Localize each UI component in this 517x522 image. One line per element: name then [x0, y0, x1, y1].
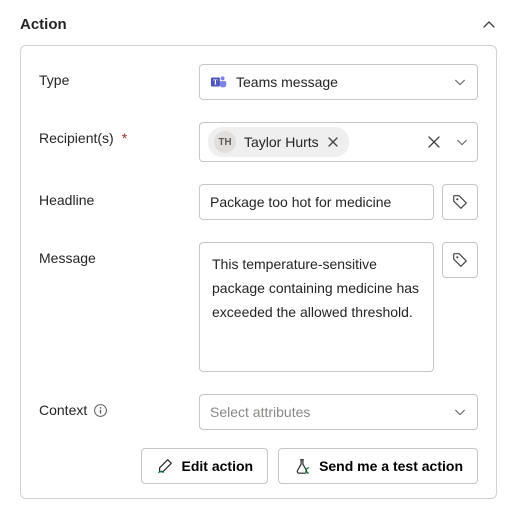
recipient-name: Taylor Hurts [244, 134, 319, 150]
headline-value: Package too hot for medicine [210, 194, 391, 210]
edit-icon [156, 457, 174, 475]
label-message-text: Message [39, 250, 96, 266]
footer: Edit action Send me a test action [39, 448, 478, 484]
message-textarea[interactable]: This temperature-sensitive package conta… [199, 242, 434, 372]
tag-icon [451, 193, 469, 211]
label-message: Message [39, 242, 189, 266]
row-headline: Headline Package too hot for medicine [39, 184, 478, 220]
section-title: Action [20, 16, 67, 33]
section-header: Action [20, 16, 497, 45]
headline-tag-button[interactable] [442, 184, 478, 220]
chevron-down-icon [453, 405, 467, 419]
chevron-up-icon [481, 17, 497, 33]
action-section: Action Type T Teams message [0, 0, 517, 507]
label-context-text: Context [39, 402, 87, 418]
beaker-icon [293, 457, 311, 475]
chevron-down-icon [455, 135, 469, 149]
type-dropdown[interactable]: T Teams message [199, 64, 478, 100]
row-context: Context Select attributes [39, 394, 478, 430]
label-recipients-text: Recipient(s) [39, 130, 114, 146]
clear-all[interactable] [427, 135, 441, 149]
info-icon[interactable] [93, 403, 108, 418]
label-headline: Headline [39, 184, 189, 208]
close-icon [327, 136, 339, 148]
type-value: Teams message [236, 74, 445, 90]
label-recipients: Recipient(s) * [39, 122, 189, 146]
send-test-button[interactable]: Send me a test action [278, 448, 478, 484]
row-message: Message This temperature-sensitive packa… [39, 242, 478, 372]
row-type: Type T Teams message [39, 64, 478, 100]
label-type: Type [39, 64, 189, 88]
context-placeholder: Select attributes [210, 404, 310, 420]
row-recipients: Recipient(s) * TH Taylor Hurts [39, 122, 478, 162]
chevron-down-icon [453, 75, 467, 89]
required-asterisk: * [122, 130, 127, 146]
recipient-chip: TH Taylor Hurts [208, 127, 349, 157]
label-headline-text: Headline [39, 192, 94, 208]
send-test-label: Send me a test action [319, 458, 463, 474]
recipients-input[interactable]: TH Taylor Hurts [199, 122, 478, 162]
label-context: Context [39, 394, 189, 418]
context-dropdown[interactable]: Select attributes [199, 394, 478, 430]
avatar: TH [214, 131, 236, 153]
close-icon [427, 135, 441, 149]
teams-icon: T [210, 73, 228, 91]
tag-icon [451, 251, 469, 269]
label-type-text: Type [39, 72, 69, 88]
message-value: This temperature-sensitive package conta… [212, 253, 421, 324]
collapse-toggle[interactable] [481, 17, 497, 33]
edit-action-label: Edit action [182, 458, 254, 474]
message-tag-button[interactable] [442, 242, 478, 278]
chip-remove[interactable] [327, 136, 339, 148]
headline-input[interactable]: Package too hot for medicine [199, 184, 434, 220]
svg-text:T: T [213, 79, 218, 87]
action-panel: Type T Teams message Recipient(s) * [20, 45, 497, 499]
edit-action-button[interactable]: Edit action [141, 448, 269, 484]
